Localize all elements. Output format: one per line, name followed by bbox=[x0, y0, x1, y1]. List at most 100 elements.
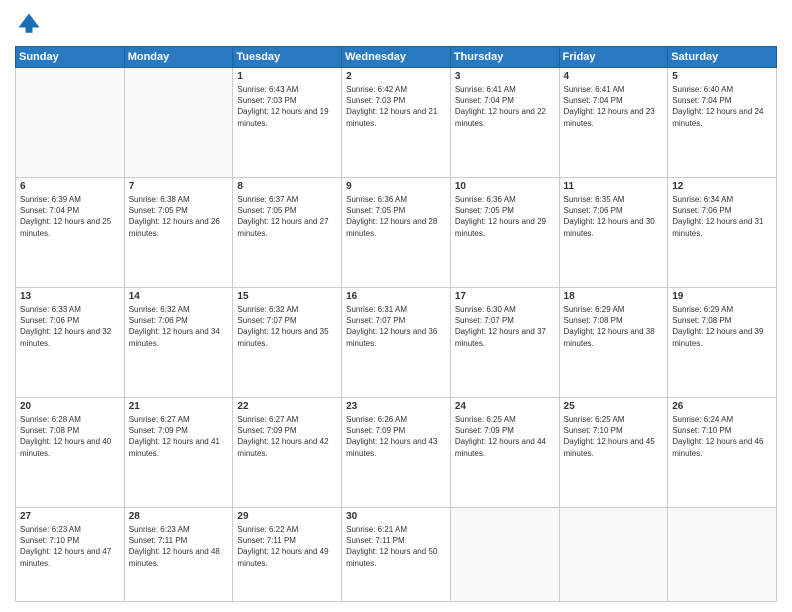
day-number: 24 bbox=[455, 401, 555, 412]
day-number: 9 bbox=[346, 181, 446, 192]
day-info: Sunrise: 6:29 AM Sunset: 7:08 PM Dayligh… bbox=[564, 304, 664, 349]
calendar-day-cell: 29Sunrise: 6:22 AM Sunset: 7:11 PM Dayli… bbox=[233, 508, 342, 602]
calendar-day-cell: 15 Sunrise: 6:32 AM Sunset: 7:07 PM Dayli… bbox=[233, 288, 342, 398]
day-info: Sunrise: 6:28 AM Sunset: 7:08 PM Dayligh… bbox=[20, 414, 120, 459]
calendar-day-cell: 16 Sunrise: 6:31 AM Sunset: 7:07 PM Dayli… bbox=[342, 288, 451, 398]
calendar-day-cell: 12 Sunrise: 6:34 AM Sunset: 7:06 PM Dayli… bbox=[668, 178, 777, 288]
day-number: 3 bbox=[455, 71, 555, 82]
day-of-week-header: Friday bbox=[559, 47, 668, 68]
day-of-week-header: Wednesday bbox=[342, 47, 451, 68]
day-number: 7 bbox=[129, 181, 229, 192]
day-number: 28 bbox=[129, 511, 229, 522]
day-info: Sunrise: 6:37 AM Sunset: 7:05 PM Dayligh… bbox=[237, 194, 337, 239]
calendar-day-cell: 20 Sunrise: 6:28 AM Sunset: 7:08 PM Dayli… bbox=[16, 398, 125, 508]
day-number: 10 bbox=[455, 181, 555, 192]
calendar-day-cell: 1 Sunrise: 6:43 AM Sunset: 7:03 PM Daylig… bbox=[233, 68, 342, 178]
calendar-day-cell: 30 Sunrise: 6:21 AM Sunset: 7:11 PM Dayli… bbox=[342, 508, 451, 602]
calendar-day-cell: 22Sunrise: 6:27 AM Sunset: 7:09 PM Dayli… bbox=[233, 398, 342, 508]
day-info: Sunrise: 6:36 AM Sunset: 7:05 PM Dayligh… bbox=[455, 194, 555, 239]
calendar-day-cell: 14 Sunrise: 6:32 AM Sunset: 7:06 PM Dayli… bbox=[124, 288, 233, 398]
day-info: Sunrise: 6:32 AM Sunset: 7:07 PM Dayligh… bbox=[237, 304, 337, 349]
calendar-day-cell: 18 Sunrise: 6:29 AM Sunset: 7:08 PM Dayli… bbox=[559, 288, 668, 398]
day-number: 26 bbox=[672, 401, 772, 412]
day-number: 14 bbox=[129, 291, 229, 302]
logo bbox=[15, 10, 47, 38]
calendar-week-row: 1 Sunrise: 6:43 AM Sunset: 7:03 PM Daylig… bbox=[16, 68, 777, 178]
day-info: Sunrise: 6:42 AM Sunset: 7:03 PM Dayligh… bbox=[346, 84, 446, 129]
day-number: 8 bbox=[237, 181, 337, 192]
calendar-day-cell: 23 Sunrise: 6:26 AM Sunset: 7:09 PM Dayli… bbox=[342, 398, 451, 508]
day-number: 5 bbox=[672, 71, 772, 82]
day-number: 13 bbox=[20, 291, 120, 302]
day-info: Sunrise: 6:35 AM Sunset: 7:06 PM Dayligh… bbox=[564, 194, 664, 239]
day-number: 29 bbox=[237, 511, 337, 522]
day-number: 22 bbox=[237, 401, 337, 412]
calendar-day-cell bbox=[450, 508, 559, 602]
calendar-day-cell: 11 Sunrise: 6:35 AM Sunset: 7:06 PM Dayli… bbox=[559, 178, 668, 288]
calendar-day-cell bbox=[16, 68, 125, 178]
day-number: 30 bbox=[346, 511, 446, 522]
calendar-day-cell: 5 Sunrise: 6:40 AM Sunset: 7:04 PM Daylig… bbox=[668, 68, 777, 178]
day-number: 6 bbox=[20, 181, 120, 192]
day-info: Sunrise: 6:27 AM Sunset: 7:09 PM Dayligh… bbox=[129, 414, 229, 459]
day-info: Sunrise: 6:32 AM Sunset: 7:06 PM Dayligh… bbox=[129, 304, 229, 349]
calendar-day-cell: 19 Sunrise: 6:29 AM Sunset: 7:08 PM Dayli… bbox=[668, 288, 777, 398]
day-info: Sunrise: 6:39 AM Sunset: 7:04 PM Dayligh… bbox=[20, 194, 120, 239]
day-of-week-header: Thursday bbox=[450, 47, 559, 68]
calendar-week-row: 13 Sunrise: 6:33 AM Sunset: 7:06 PM Dayli… bbox=[16, 288, 777, 398]
calendar-day-cell bbox=[668, 508, 777, 602]
calendar-day-cell bbox=[559, 508, 668, 602]
day-info: Sunrise: 6:41 AM Sunset: 7:04 PM Dayligh… bbox=[564, 84, 664, 129]
day-info: Sunrise: 6:36 AM Sunset: 7:05 PM Dayligh… bbox=[346, 194, 446, 239]
calendar-week-row: 20 Sunrise: 6:28 AM Sunset: 7:08 PM Dayli… bbox=[16, 398, 777, 508]
calendar-day-cell: 25 Sunrise: 6:25 AM Sunset: 7:10 PM Dayli… bbox=[559, 398, 668, 508]
day-number: 15 bbox=[237, 291, 337, 302]
day-info: Sunrise: 6:30 AM Sunset: 7:07 PM Dayligh… bbox=[455, 304, 555, 349]
day-info: Sunrise: 6:25 AM Sunset: 7:10 PM Dayligh… bbox=[564, 414, 664, 459]
calendar-table: SundayMondayTuesdayWednesdayThursdayFrid… bbox=[15, 46, 777, 602]
day-info: Sunrise: 6:23 AM Sunset: 7:11 PM Dayligh… bbox=[129, 524, 229, 569]
calendar-day-cell: 7 Sunrise: 6:38 AM Sunset: 7:05 PM Daylig… bbox=[124, 178, 233, 288]
day-info: Sunrise: 6:40 AM Sunset: 7:04 PM Dayligh… bbox=[672, 84, 772, 129]
day-number: 27 bbox=[20, 511, 120, 522]
header bbox=[15, 10, 777, 38]
day-info: Sunrise: 6:33 AM Sunset: 7:06 PM Dayligh… bbox=[20, 304, 120, 349]
day-info: Sunrise: 6:38 AM Sunset: 7:05 PM Dayligh… bbox=[129, 194, 229, 239]
calendar-day-cell: 26Sunrise: 6:24 AM Sunset: 7:10 PM Dayli… bbox=[668, 398, 777, 508]
day-info: Sunrise: 6:21 AM Sunset: 7:11 PM Dayligh… bbox=[346, 524, 446, 569]
day-number: 12 bbox=[672, 181, 772, 192]
day-number: 25 bbox=[564, 401, 664, 412]
page: SundayMondayTuesdayWednesdayThursdayFrid… bbox=[0, 0, 792, 612]
day-number: 17 bbox=[455, 291, 555, 302]
calendar-header-row: SundayMondayTuesdayWednesdayThursdayFrid… bbox=[16, 47, 777, 68]
calendar-day-cell: 2 Sunrise: 6:42 AM Sunset: 7:03 PM Daylig… bbox=[342, 68, 451, 178]
day-info: Sunrise: 6:26 AM Sunset: 7:09 PM Dayligh… bbox=[346, 414, 446, 459]
calendar-day-cell: 4 Sunrise: 6:41 AM Sunset: 7:04 PM Daylig… bbox=[559, 68, 668, 178]
day-number: 16 bbox=[346, 291, 446, 302]
day-number: 4 bbox=[564, 71, 664, 82]
calendar-day-cell: 24Sunrise: 6:25 AM Sunset: 7:09 PM Dayli… bbox=[450, 398, 559, 508]
calendar-week-row: 27Sunrise: 6:23 AM Sunset: 7:10 PM Dayli… bbox=[16, 508, 777, 602]
day-info: Sunrise: 6:34 AM Sunset: 7:06 PM Dayligh… bbox=[672, 194, 772, 239]
day-info: Sunrise: 6:43 AM Sunset: 7:03 PM Dayligh… bbox=[237, 84, 337, 129]
day-of-week-header: Tuesday bbox=[233, 47, 342, 68]
day-number: 21 bbox=[129, 401, 229, 412]
day-number: 19 bbox=[672, 291, 772, 302]
day-number: 18 bbox=[564, 291, 664, 302]
day-info: Sunrise: 6:31 AM Sunset: 7:07 PM Dayligh… bbox=[346, 304, 446, 349]
calendar-day-cell: 17 Sunrise: 6:30 AM Sunset: 7:07 PM Dayli… bbox=[450, 288, 559, 398]
calendar-day-cell: 27Sunrise: 6:23 AM Sunset: 7:10 PM Dayli… bbox=[16, 508, 125, 602]
day-number: 20 bbox=[20, 401, 120, 412]
calendar-day-cell: 6 Sunrise: 6:39 AM Sunset: 7:04 PM Daylig… bbox=[16, 178, 125, 288]
calendar-week-row: 6 Sunrise: 6:39 AM Sunset: 7:04 PM Daylig… bbox=[16, 178, 777, 288]
day-number: 23 bbox=[346, 401, 446, 412]
day-of-week-header: Saturday bbox=[668, 47, 777, 68]
calendar-day-cell: 13 Sunrise: 6:33 AM Sunset: 7:06 PM Dayli… bbox=[16, 288, 125, 398]
calendar-day-cell: 10 Sunrise: 6:36 AM Sunset: 7:05 PM Dayli… bbox=[450, 178, 559, 288]
day-number: 1 bbox=[237, 71, 337, 82]
day-info: Sunrise: 6:29 AM Sunset: 7:08 PM Dayligh… bbox=[672, 304, 772, 349]
day-number: 11 bbox=[564, 181, 664, 192]
logo-icon bbox=[15, 10, 43, 38]
day-number: 2 bbox=[346, 71, 446, 82]
calendar-day-cell: 9 Sunrise: 6:36 AM Sunset: 7:05 PM Daylig… bbox=[342, 178, 451, 288]
